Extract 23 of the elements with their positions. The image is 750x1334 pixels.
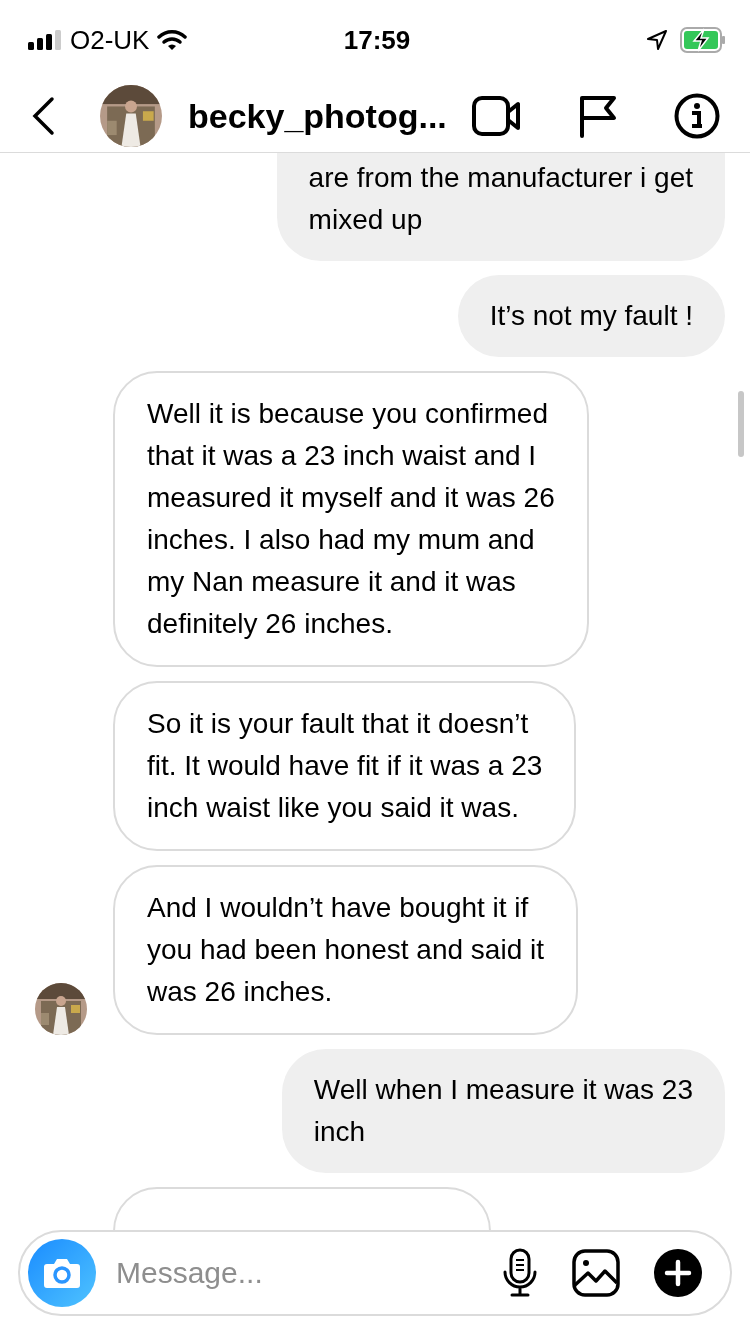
- add-button[interactable]: [654, 1249, 702, 1297]
- wifi-icon: [157, 29, 188, 51]
- sent-message-bubble: Well when I measure it was 23 inch: [281, 1049, 725, 1173]
- camera-button[interactable]: [28, 1239, 96, 1307]
- battery-charging-icon: [680, 27, 726, 53]
- carrier-name: O2-UK: [70, 24, 150, 56]
- signal-icon: [28, 30, 62, 50]
- back-button[interactable]: [30, 96, 56, 136]
- username[interactable]: becky_photog...: [188, 96, 472, 136]
- received-message-bubble: So it is your fault that it doesn’t fit. It would have fit if it was a 23 inch waist like you said it was.: [113, 681, 577, 851]
- received-message-bubble: Well it is because you confirmed that it was a 23 inch waist and I measured it myself and it was 26 inches. I also had my mum and my Nan measure it and it was definitely 26 inches.: [113, 371, 589, 667]
- gallery-button[interactable]: [572, 1249, 620, 1297]
- sent-message-bubble: It’s not my fault !: [457, 275, 725, 357]
- scrollbar: [738, 391, 744, 457]
- report-flag-button[interactable]: [578, 94, 618, 138]
- video-call-button[interactable]: [472, 95, 522, 137]
- received-message-bubble: And I wouldn’t have bought it if you had been honest and said it was 26 inches.: [113, 865, 578, 1035]
- info-button[interactable]: [674, 93, 720, 139]
- microphone-button[interactable]: [502, 1248, 538, 1298]
- camera-icon: [43, 1257, 81, 1289]
- location-arrow-icon: [646, 29, 668, 51]
- sent-message-bubble: are from the manufacturer i get mixed up: [276, 153, 725, 261]
- clock-time: 17:59: [342, 24, 412, 56]
